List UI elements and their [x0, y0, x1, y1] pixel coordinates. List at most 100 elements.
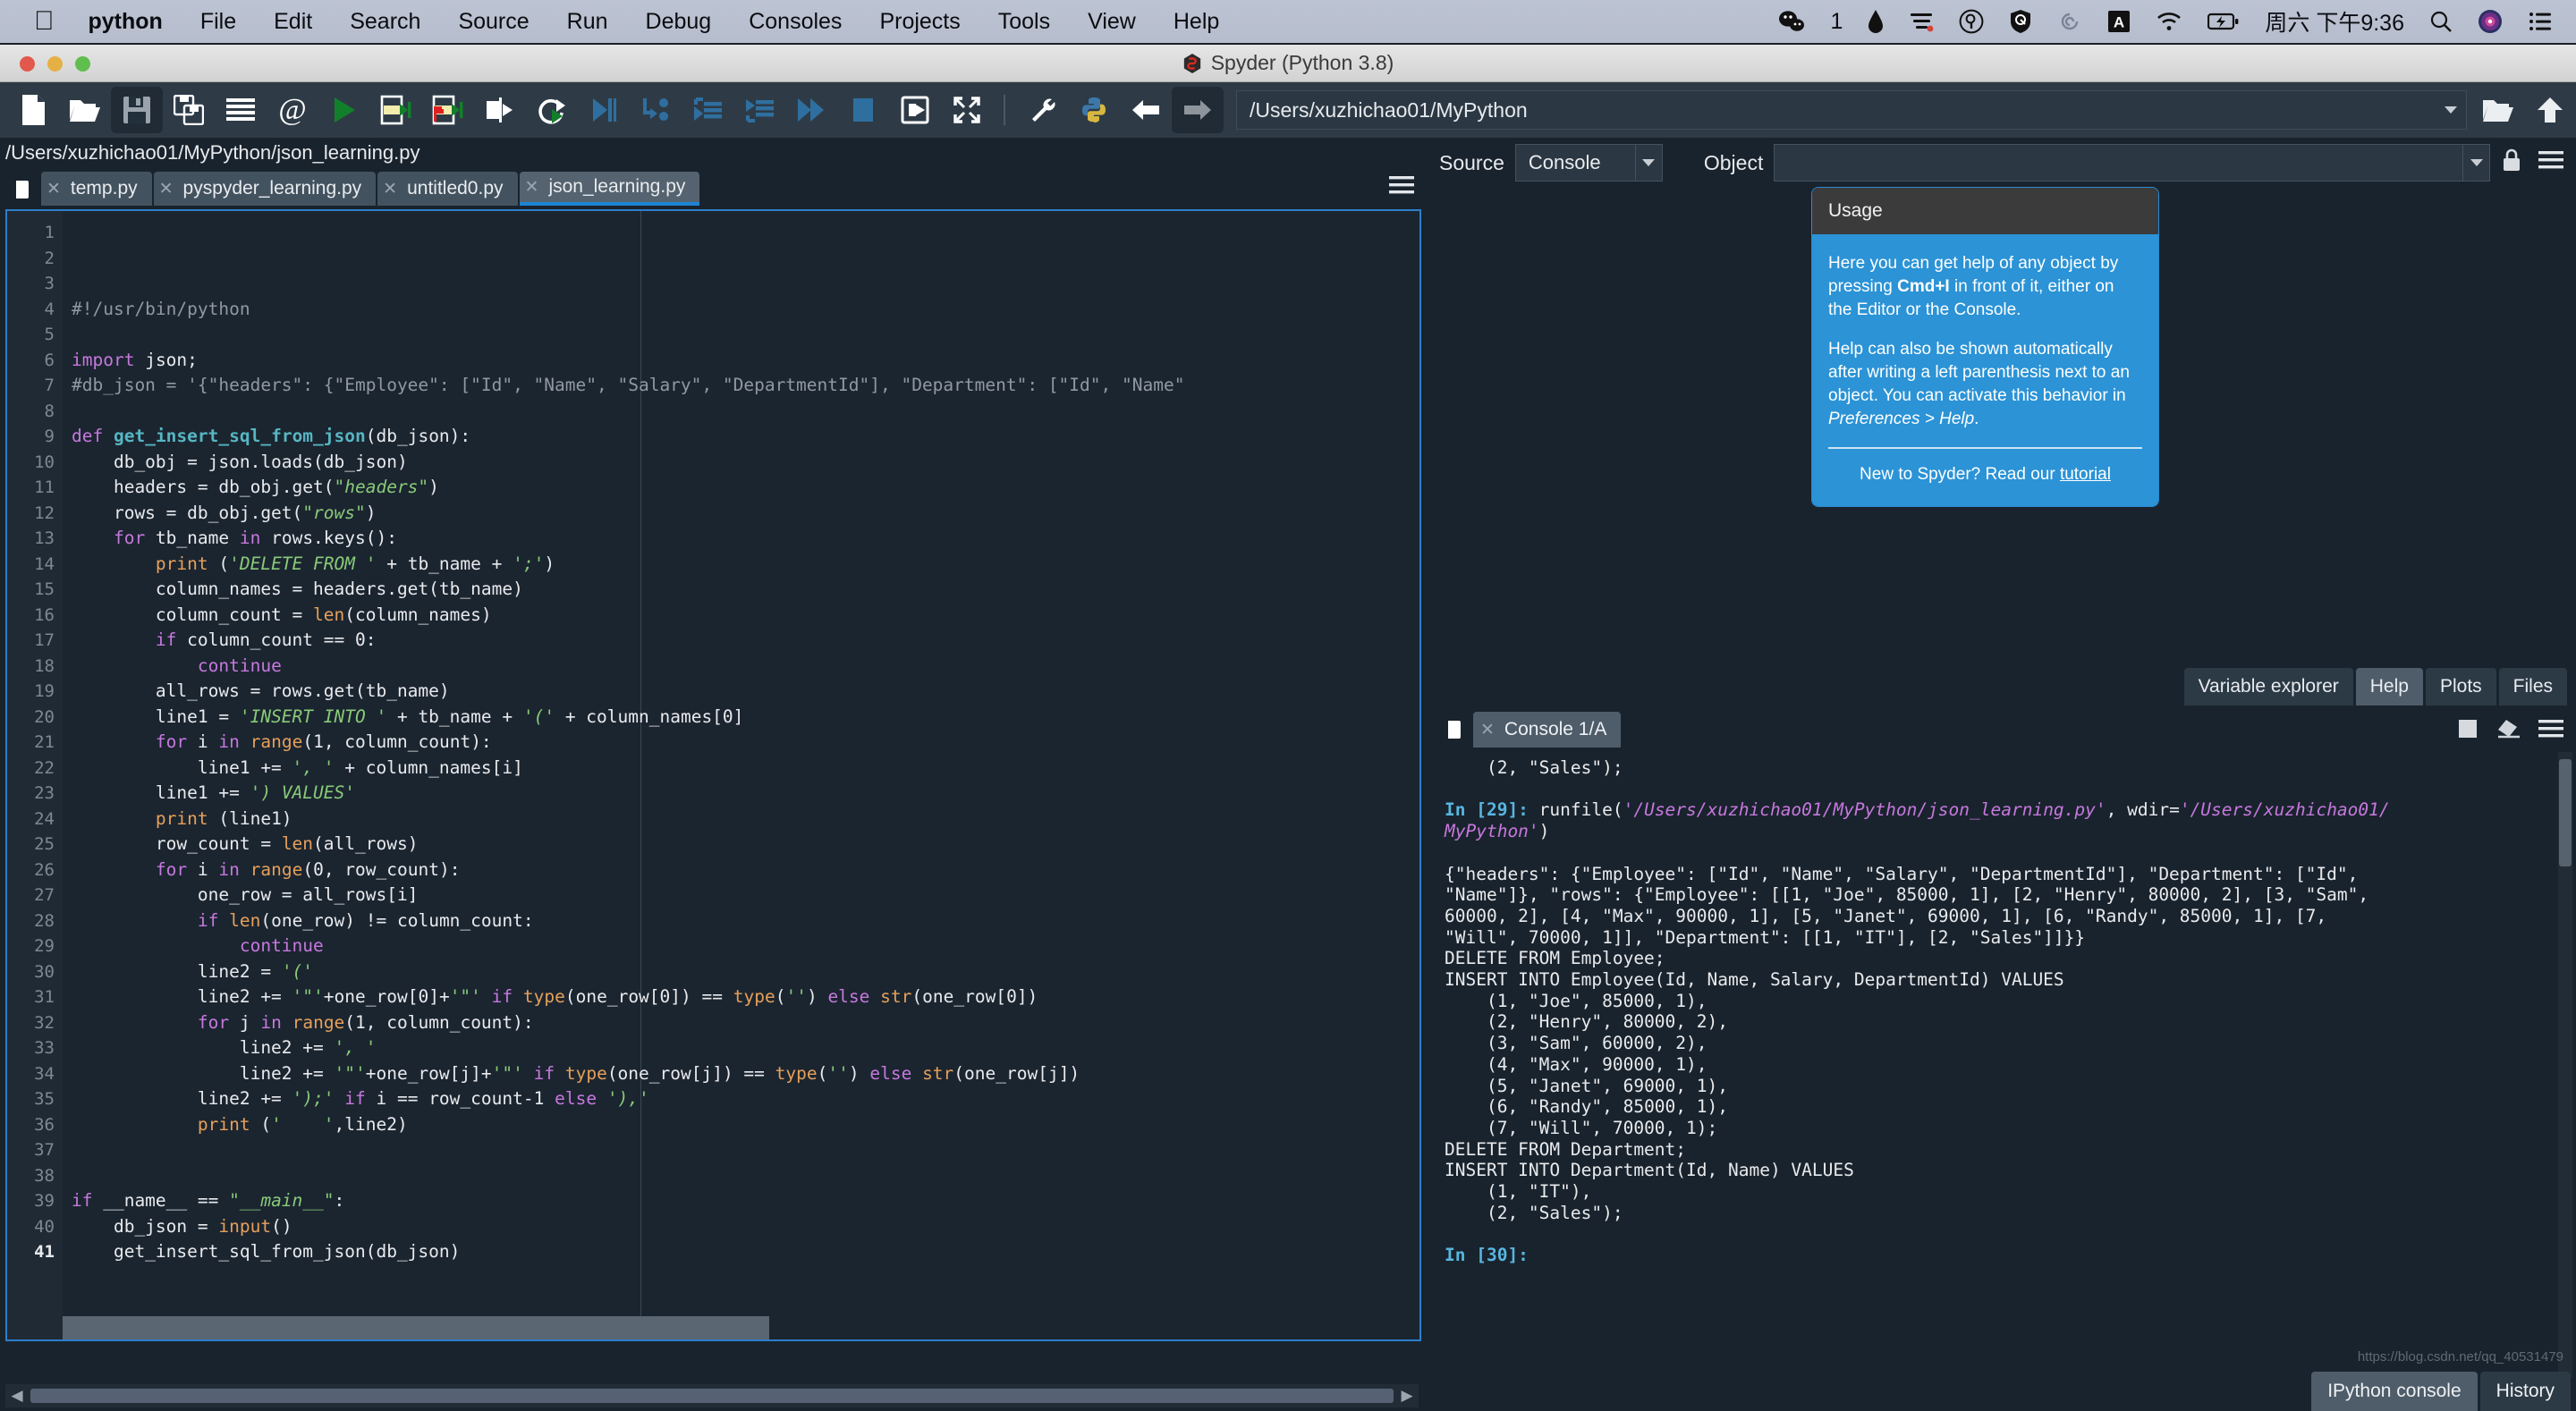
stop-icon[interactable]	[2458, 719, 2478, 743]
spotlight-search-icon[interactable]	[2429, 10, 2453, 33]
code-line[interactable]: #!/usr/bin/python	[72, 297, 1419, 323]
code-line[interactable]: line1 = 'INSERT INTO ' + tb_name + '(' +…	[72, 705, 1419, 731]
code-line[interactable]: for i in range(1, column_count):	[72, 730, 1419, 756]
save-all-icon[interactable]	[163, 87, 215, 133]
browse-folder-icon[interactable]	[2472, 87, 2524, 133]
code-line[interactable]: column_count = len(column_names)	[72, 603, 1419, 629]
console-tab-1a[interactable]: ✕ Console 1/A	[1473, 712, 1622, 748]
code-line[interactable]: one_row = all_rows[i]	[72, 883, 1419, 908]
minimize-window-button[interactable]	[47, 56, 63, 72]
menu-item-debug[interactable]: Debug	[646, 9, 712, 35]
file-switcher-icon[interactable]	[215, 87, 267, 133]
stop-debug-icon[interactable]	[837, 87, 889, 133]
editor-tab-json-learning[interactable]: ✕ json_learning.py	[519, 172, 700, 206]
tab-files[interactable]: Files	[2498, 668, 2567, 706]
code-line[interactable]: if column_count == 0:	[72, 628, 1419, 654]
menu-item-python[interactable]: python	[89, 9, 163, 35]
code-line[interactable]	[72, 399, 1419, 425]
code-line[interactable]: line1 += ') VALUES'	[72, 781, 1419, 807]
chevron-down-icon[interactable]	[1634, 145, 1662, 181]
working-directory-field[interactable]: /Users/xuzhichao01/MyPython	[1236, 90, 2467, 130]
code-line[interactable]: line1 += ', ' + column_names[i]	[72, 756, 1419, 782]
code-line[interactable]: for tb_name in rows.keys():	[72, 526, 1419, 552]
scrollbar-thumb[interactable]	[2559, 759, 2572, 866]
hamburger-menu-icon[interactable]	[2538, 150, 2563, 175]
scroll-right-icon[interactable]: ▶	[1395, 1387, 1419, 1405]
menu-item-edit[interactable]: Edit	[274, 9, 312, 35]
input-source-A-icon[interactable]: A	[2107, 10, 2131, 33]
code-line[interactable]: print (' ',line2)	[72, 1112, 1419, 1138]
menu-item-help[interactable]: Help	[1174, 9, 1219, 35]
open-file-icon[interactable]	[59, 87, 111, 133]
code-line[interactable]: for j in range(1, column_count):	[72, 1010, 1419, 1036]
battery-charging-icon[interactable]	[2207, 12, 2240, 31]
close-icon[interactable]: ✕	[47, 179, 61, 199]
run-cell-icon[interactable]	[370, 87, 422, 133]
chevron-down-icon[interactable]	[2462, 145, 2489, 181]
parent-directory-icon[interactable]	[2524, 87, 2576, 133]
code-line[interactable]: continue	[72, 934, 1419, 959]
scroll-left-icon[interactable]: ◀	[5, 1387, 29, 1405]
preferences-icon[interactable]	[1016, 87, 1068, 133]
siri-icon[interactable]	[2478, 9, 2503, 34]
code-line[interactable]: if len(one_row) != column_count:	[72, 908, 1419, 934]
menu-bar-clock[interactable]: 周六 下午9:36	[2265, 5, 2404, 38]
code-line[interactable]: #db_json = '{"headers": {"Employee": ["I…	[72, 373, 1419, 399]
find-symbol-icon[interactable]: @	[267, 87, 318, 133]
help-object-input[interactable]	[1774, 144, 2490, 182]
tab-ipython-console[interactable]: IPython console	[2311, 1372, 2478, 1411]
close-icon[interactable]: ✕	[383, 179, 397, 199]
wechat-icon[interactable]	[1778, 10, 1805, 33]
save-file-icon[interactable]	[111, 87, 163, 133]
step-over-icon[interactable]	[733, 87, 785, 133]
new-file-icon[interactable]	[7, 87, 59, 133]
code-line[interactable]: column_names = headers.get(tb_name)	[72, 577, 1419, 603]
maximize-pane-icon[interactable]	[941, 87, 993, 133]
control-center-icon[interactable]	[2528, 11, 2553, 32]
code-line[interactable]: import json;	[72, 348, 1419, 374]
menu-item-consoles[interactable]: Consoles	[749, 9, 842, 35]
console-output[interactable]: (2, "Sales"); In [29]: runfile('/Users/x…	[1436, 752, 2567, 1378]
code-editor[interactable]: 1 2 3 4 5 6 7 8 9 10 11 12 13 14 15 16 17 18 19 20 21 22 23 24 2…	[5, 209, 1421, 1341]
code-line[interactable]: print ('DELETE FROM ' + tb_name + ';')	[72, 552, 1419, 578]
ink-drop-icon[interactable]	[1868, 9, 1884, 34]
menu-item-search[interactable]: Search	[350, 9, 420, 35]
hamburger-menu-icon[interactable]	[1389, 175, 1414, 199]
scrollbar-thumb[interactable]	[30, 1389, 1394, 1403]
shield-icon[interactable]	[2009, 9, 2032, 34]
code-line[interactable]: continue	[72, 654, 1419, 680]
apple-logo-icon[interactable]: 	[34, 8, 55, 35]
file-browser-icon[interactable]	[1436, 714, 1466, 746]
tutorial-link[interactable]: tutorial	[2060, 465, 2111, 484]
code-line[interactable]	[72, 1265, 1419, 1291]
code-line[interactable]: line2 = '('	[72, 959, 1419, 985]
menu-item-source[interactable]: Source	[458, 9, 529, 35]
menu-item-file[interactable]: File	[200, 9, 236, 35]
spiral-icon[interactable]	[2057, 9, 2082, 34]
pythonpath-manager-icon[interactable]	[1068, 87, 1120, 133]
menu-item-projects[interactable]: Projects	[879, 9, 960, 35]
wifi-icon[interactable]	[2156, 11, 2182, 32]
console-vertical-scrollbar[interactable]	[2558, 752, 2572, 1378]
rerun-last-cell-icon[interactable]	[526, 87, 578, 133]
close-icon[interactable]: ✕	[1480, 720, 1495, 740]
run-cell-advance-icon[interactable]	[422, 87, 474, 133]
toolbar-back-button[interactable]	[1120, 87, 1172, 133]
tab-variable-explorer[interactable]: Variable explorer	[2183, 668, 2353, 706]
menu-item-run[interactable]: Run	[567, 9, 608, 35]
code-line[interactable]: for i in range(0, row_count):	[72, 858, 1419, 883]
editor-tab-temp[interactable]: ✕ temp.py	[41, 172, 152, 206]
code-text[interactable]: #!/usr/bin/python import json; #db_json =…	[63, 211, 1419, 1339]
sogou-input-icon[interactable]	[1909, 9, 1934, 34]
editor-horizontal-scrollbar[interactable]: ◀ ▶	[5, 1384, 1419, 1407]
lock-icon[interactable]	[2501, 148, 2522, 178]
menu-item-view[interactable]: View	[1088, 9, 1136, 35]
step-into-icon[interactable]	[630, 87, 682, 133]
hamburger-menu-icon[interactable]	[2538, 719, 2563, 743]
toolbar-forward-button[interactable]	[1172, 87, 1224, 133]
tab-plots[interactable]: Plots	[2425, 668, 2496, 706]
editor-tab-pyspyder-learning[interactable]: ✕ pyspyder_learning.py	[153, 172, 377, 206]
file-browser-icon[interactable]	[4, 173, 34, 206]
magnifier-badge-icon[interactable]	[1959, 9, 1984, 34]
code-line[interactable]	[72, 322, 1419, 348]
